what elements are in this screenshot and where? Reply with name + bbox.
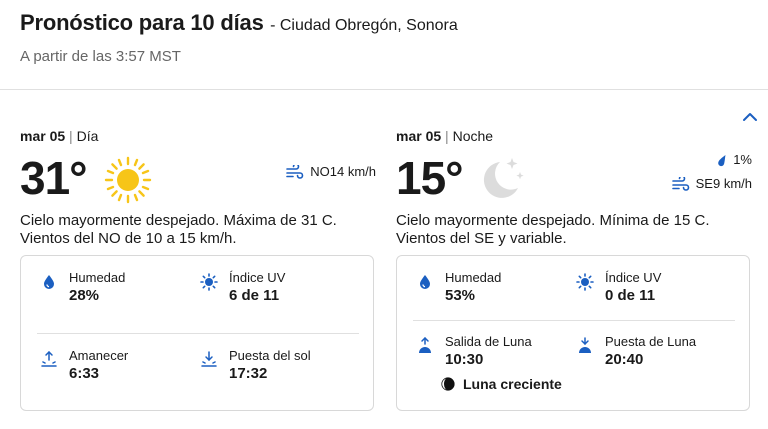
night-temperature: 15° [396, 152, 464, 204]
moonrise-icon [419, 336, 431, 353]
night-wind: SE9 km/h [671, 176, 752, 191]
sunset-item: Puesta del sol 17:32 [199, 348, 311, 382]
uv-sun-icon [576, 273, 594, 291]
day-wind: NO14 km/h [286, 164, 376, 179]
night-description: Cielo mayormente despejado. Mínima de 15… [396, 212, 710, 247]
moonrise-item: Salida de Luna 10:30 [415, 334, 532, 368]
sunrise-icon [41, 350, 57, 367]
night-details-card: Humedad 53% Índice UV 0 de 11 Salida de Lu… [396, 255, 750, 411]
card-divider [37, 333, 359, 334]
moonset-icon [579, 337, 591, 353]
uv-value: 0 de 11 [605, 287, 656, 304]
night-precip: 1% [715, 152, 752, 167]
moon-stars-icon [483, 158, 524, 198]
page-title: Pronóstico para 10 días [20, 10, 264, 35]
moonset-item: Puesta de Luna 20:40 [575, 334, 696, 368]
droplet-icon [44, 275, 54, 289]
sunset-value: 17:32 [229, 365, 268, 382]
day-date-label: mar 05 | Día [20, 128, 99, 144]
moon-phase-icon [441, 377, 455, 391]
day-description: Cielo mayormente despejado. Máxima de 31… [20, 212, 337, 247]
moonset-value: 20:40 [605, 351, 644, 368]
day-details-card: Humedad 28% Índice UV 6 de 11 Amanecer 6:33… [20, 255, 374, 411]
sunrise-value: 6:33 [69, 365, 100, 382]
uv-item: Índice UV 0 de 11 [575, 270, 661, 304]
sun-icon [104, 156, 152, 204]
day-temperature: 31° [20, 152, 88, 204]
card-divider [413, 320, 735, 321]
day-panel: mar 05 | Día 31° NO14 km/h Cielo mayorme… [20, 128, 376, 248]
humidity-value: 53% [445, 287, 476, 304]
droplet-icon [420, 275, 430, 289]
humidity-item: Humedad 53% [415, 270, 501, 304]
sunset-icon [201, 351, 217, 367]
night-panel: mar 05 | Noche 15° 1% SE9 km/h Cielo may… [396, 128, 752, 248]
moonrise-value: 10:30 [445, 351, 484, 368]
night-date-label: mar 05 | Noche [396, 128, 494, 144]
uv-sun-icon [200, 273, 218, 291]
wind-icon [671, 176, 689, 191]
updated-time: A partir de las 3:57 MST [20, 48, 181, 65]
header-divider [0, 89, 768, 90]
humidity-item: Humedad 28% [39, 270, 125, 304]
sunrise-item: Amanecer 6:33 [39, 348, 128, 382]
wind-icon [286, 164, 304, 179]
raindrop-icon [718, 154, 726, 166]
uv-value: 6 de 11 [229, 287, 280, 304]
humidity-value: 28% [69, 287, 100, 304]
location-label: - Ciudad Obregón, Sonora [270, 17, 458, 34]
page-header: Pronóstico para 10 días - Ciudad Obregón… [20, 10, 458, 36]
uv-item: Índice UV 6 de 11 [199, 270, 285, 304]
chevron-up-icon[interactable] [741, 110, 759, 124]
moon-phase: Luna creciente [441, 376, 562, 392]
